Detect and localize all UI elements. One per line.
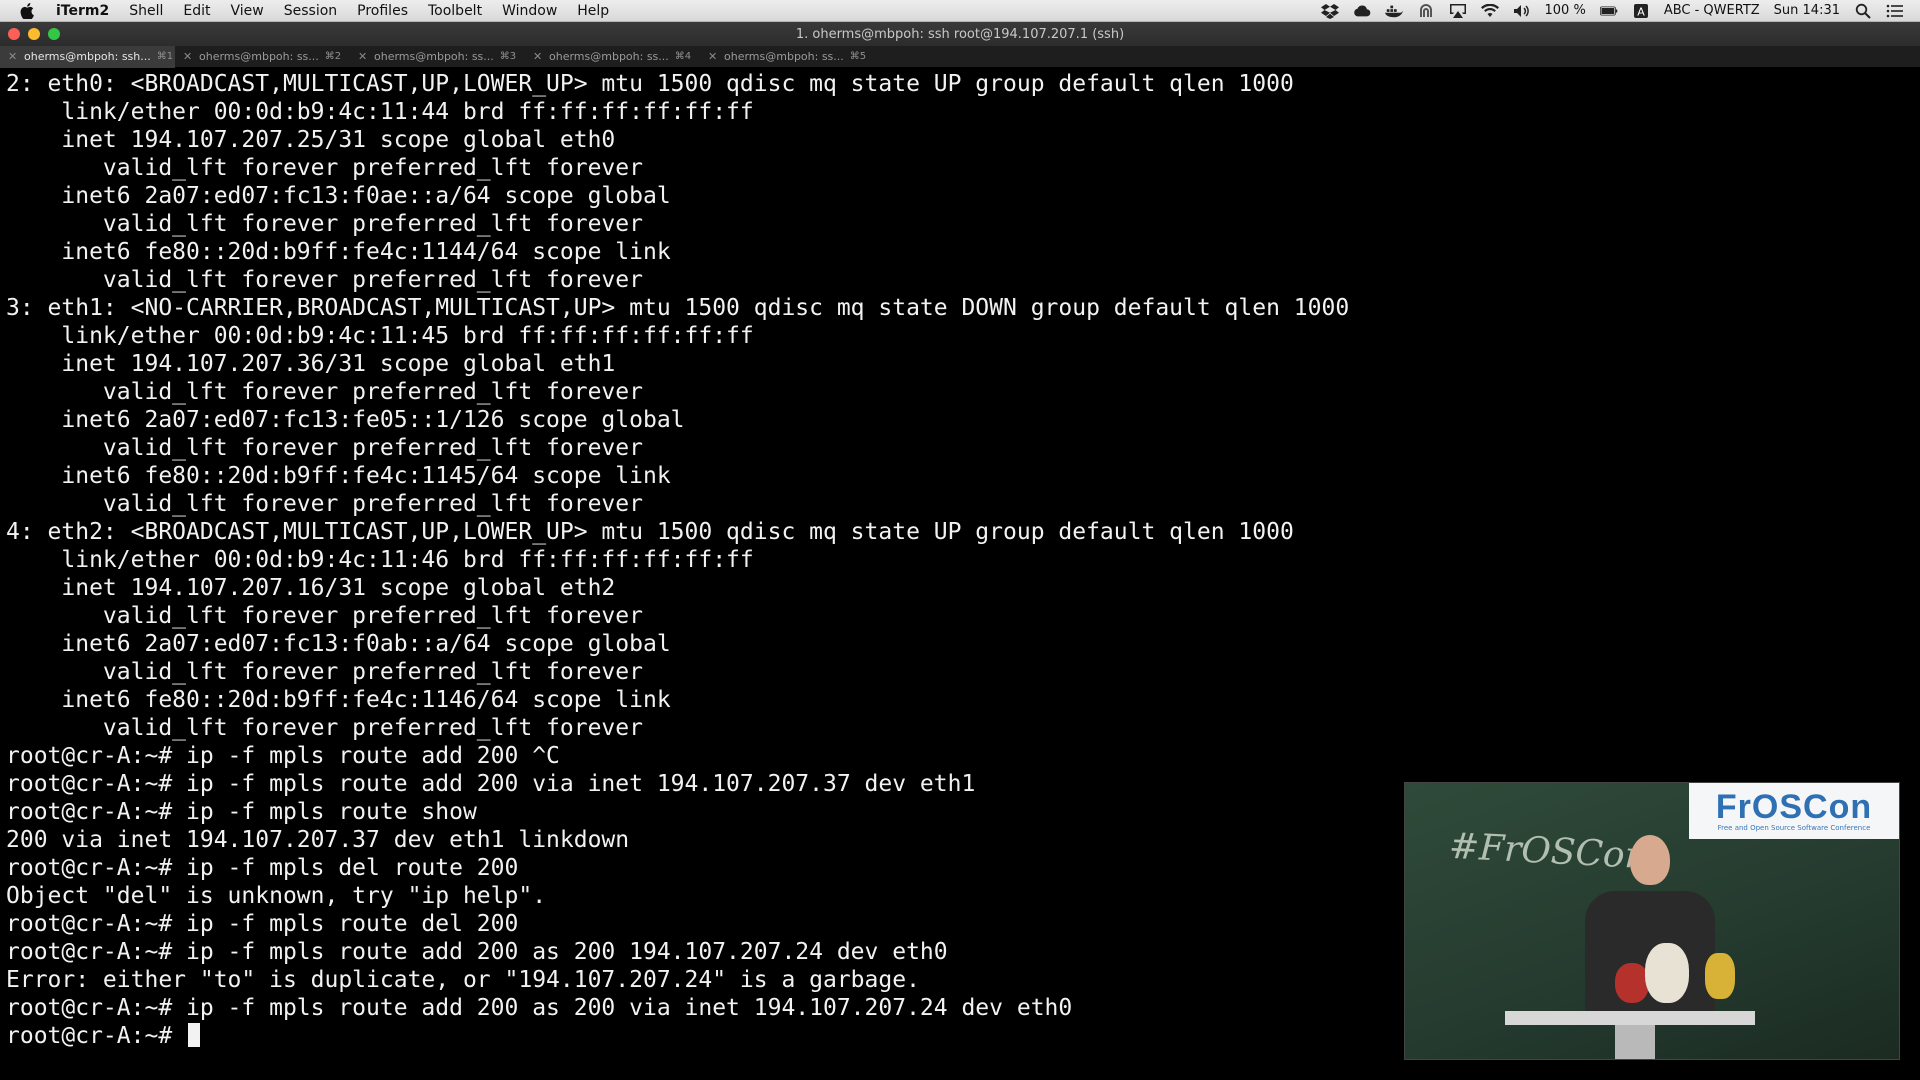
terminal-line: inet6 fe80::20d:b9ff:fe4c:1146/64 scope …: [6, 687, 671, 713]
terminal-line: inet 194.107.207.36/31 scope global eth1: [6, 351, 616, 377]
terminal-line: inet6 fe80::20d:b9ff:fe4c:1144/64 scope …: [6, 239, 671, 265]
terminal-line: valid_lft forever preferred_lft forever: [6, 211, 643, 237]
terminal-line: valid_lft forever preferred_lft forever: [6, 603, 643, 629]
menu-edit[interactable]: Edit: [173, 0, 220, 22]
conference-logo-tagline: Free and Open Source Software Conference: [1717, 824, 1871, 832]
terminal-line: inet6 2a07:ed07:fc13:f0ae::a/64 scope gl…: [6, 183, 671, 209]
terminal-line: 3: eth1: <NO-CARRIER,BROADCAST,MULTICAST…: [6, 295, 1350, 321]
terminal-line: valid_lft forever preferred_lft forever: [6, 659, 643, 685]
window-titlebar: 1. oherms@mbpoh: ssh root@194.107.207.1 …: [0, 22, 1920, 46]
shell-prompt: root@cr-A:~#: [6, 1023, 187, 1049]
speaker-head: [1630, 835, 1670, 885]
plush-toy-yellow: [1705, 953, 1735, 999]
tab-label: oherms@mbpoh: ssh...: [24, 50, 151, 63]
terminal-line: 2: eth0: <BROADCAST,MULTICAST,UP,LOWER_U…: [6, 71, 1294, 97]
conference-logo-name: FrOSCon: [1715, 788, 1873, 826]
close-tab-icon[interactable]: ✕: [183, 50, 193, 63]
tab-shortcut: ⌘3: [499, 51, 517, 62]
tab-session-5[interactable]: ✕ oherms@mbpoh: ss... ⌘5: [700, 46, 875, 68]
terminal-line: valid_lft forever preferred_lft forever: [6, 491, 643, 517]
terminal-line: link/ether 00:0d:b9:4c:11:45 brd ff:ff:f…: [6, 323, 754, 349]
input-source-icon[interactable]: A: [1632, 3, 1650, 19]
terminal-line: valid_lft forever preferred_lft forever: [6, 715, 643, 741]
tab-shortcut: ⌘5: [849, 51, 867, 62]
lectern-desk: [1505, 1011, 1755, 1025]
close-window-button[interactable]: [8, 28, 20, 40]
terminal-line: valid_lft forever preferred_lft forever: [6, 267, 643, 293]
svg-text:A: A: [1637, 5, 1645, 18]
conference-logo: FrOSCon Free and Open Source Software Co…: [1689, 783, 1899, 839]
terminal-line: 4: eth2: <BROADCAST,MULTICAST,UP,LOWER_U…: [6, 519, 1294, 545]
menu-help[interactable]: Help: [567, 0, 619, 22]
airplay-icon[interactable]: [1449, 3, 1467, 19]
plush-toy-red: [1615, 963, 1649, 1003]
menu-window[interactable]: Window: [492, 0, 567, 22]
menu-profiles[interactable]: Profiles: [347, 0, 418, 22]
close-tab-icon[interactable]: ✕: [358, 50, 368, 63]
docker-icon[interactable]: [1384, 3, 1403, 19]
battery-icon[interactable]: [1599, 3, 1618, 19]
close-tab-icon[interactable]: ✕: [533, 50, 543, 63]
battery-percentage: 100 %: [1544, 3, 1586, 18]
time-machine-icon[interactable]: [1417, 3, 1435, 19]
terminal-line: inet 194.107.207.25/31 scope global eth0: [6, 127, 616, 153]
tab-shortcut: ⌘4: [674, 51, 692, 62]
terminal-line: valid_lft forever preferred_lft forever: [6, 435, 643, 461]
window-controls: [8, 28, 60, 40]
macos-menubar: iTerm2 Shell Edit View Session Profiles …: [0, 0, 1920, 22]
tab-label: oherms@mbpoh: ss...: [724, 50, 844, 63]
plush-toy-white: [1645, 943, 1689, 1003]
close-tab-icon[interactable]: ✕: [8, 50, 18, 63]
terminal-line: valid_lft forever preferred_lft forever: [6, 155, 643, 181]
lectern-stand: [1615, 1025, 1655, 1059]
input-source-label[interactable]: ABC - QWERTZ: [1664, 3, 1760, 18]
tab-label: oherms@mbpoh: ss...: [549, 50, 669, 63]
spotlight-search-icon[interactable]: [1854, 3, 1872, 19]
terminal-line: root@cr-A:~# ip -f mpls route add 200 ^C: [6, 743, 560, 769]
menu-toolbelt[interactable]: Toolbelt: [418, 0, 492, 22]
terminal-line: valid_lft forever preferred_lft forever: [6, 379, 643, 405]
terminal-line: link/ether 00:0d:b9:4c:11:44 brd ff:ff:f…: [6, 99, 754, 125]
apple-menu-icon[interactable]: [16, 0, 38, 22]
tab-shortcut: ⌘2: [324, 51, 342, 62]
menu-view[interactable]: View: [221, 0, 274, 22]
cloud-icon[interactable]: [1353, 3, 1371, 19]
dropbox-icon[interactable]: [1320, 3, 1339, 19]
minimize-window-button[interactable]: [28, 28, 40, 40]
zoom-window-button[interactable]: [48, 28, 60, 40]
menubar-status-area: 100 % A ABC - QWERTZ Sun 14:31: [1320, 3, 1920, 19]
menu-session[interactable]: Session: [274, 0, 347, 22]
menu-app-iterm2[interactable]: iTerm2: [52, 0, 119, 22]
terminal-line: inet6 2a07:ed07:fc13:f0ab::a/64 scope gl…: [6, 631, 671, 657]
tab-session-2[interactable]: ✕ oherms@mbpoh: ss... ⌘2: [175, 46, 350, 68]
wifi-icon[interactable]: [1480, 3, 1499, 19]
tab-shortcut: ⌘1: [156, 51, 174, 62]
terminal-line: inet6 fe80::20d:b9ff:fe4c:1145/64 scope …: [6, 463, 671, 489]
menubar-clock[interactable]: Sun 14:31: [1774, 3, 1840, 18]
close-tab-icon[interactable]: ✕: [708, 50, 718, 63]
notification-center-icon[interactable]: [1886, 3, 1904, 19]
tab-label: oherms@mbpoh: ss...: [199, 50, 319, 63]
tab-session-1[interactable]: ✕ oherms@mbpoh: ssh... ⌘1: [0, 45, 175, 68]
speaker-video-overlay: #FrOSCon FrOSCon Free and Open Source So…: [1404, 782, 1900, 1060]
window-title: 1. oherms@mbpoh: ssh root@194.107.207.1 …: [795, 26, 1125, 42]
menu-shell[interactable]: Shell: [119, 0, 173, 22]
tab-bar: ✕ oherms@mbpoh: ssh... ⌘1 ✕ oherms@mbpoh…: [0, 45, 1920, 68]
tab-label: oherms@mbpoh: ss...: [374, 50, 494, 63]
tab-session-3[interactable]: ✕ oherms@mbpoh: ss... ⌘3: [350, 46, 525, 68]
volume-icon[interactable]: [1513, 3, 1531, 19]
text-cursor: [188, 1023, 201, 1047]
terminal-line: inet 194.107.207.16/31 scope global eth2: [6, 575, 616, 601]
tab-session-4[interactable]: ✕ oherms@mbpoh: ss... ⌘4: [525, 46, 700, 68]
terminal-line: link/ether 00:0d:b9:4c:11:46 brd ff:ff:f…: [6, 547, 754, 573]
terminal-line: inet6 2a07:ed07:fc13:fe05::1/126 scope g…: [6, 407, 685, 433]
